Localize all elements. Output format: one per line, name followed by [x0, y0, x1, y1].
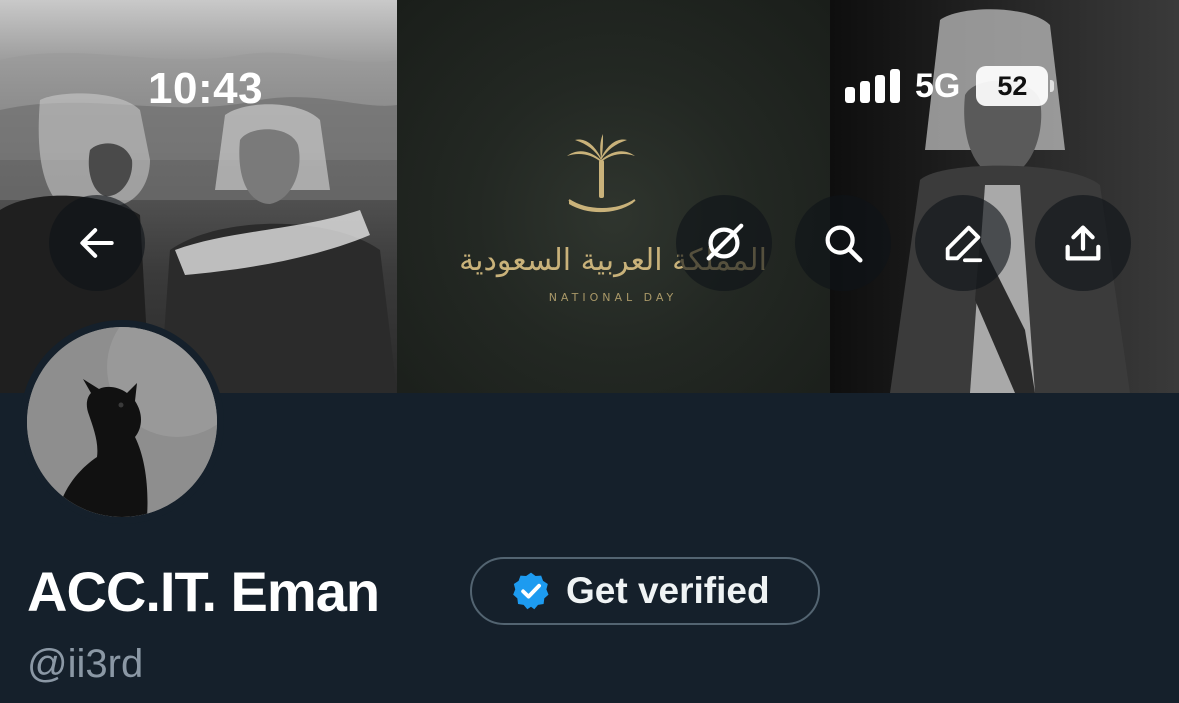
search-icon [825, 225, 863, 263]
verified-badge-icon [513, 572, 549, 610]
status-bar-time: 10:43 [148, 64, 264, 113]
banner-photo-right [830, 0, 1179, 393]
grok-button[interactable] [676, 195, 772, 291]
pencil-icon [945, 225, 983, 263]
banner-subtitle: NATIONAL DAY [549, 291, 678, 304]
avatar-image [27, 327, 217, 517]
battery-icon: 52 [976, 66, 1055, 106]
status-bar-indicators: 5G 52 [845, 66, 1055, 106]
get-verified-button[interactable]: Get verified [470, 557, 820, 625]
grok-icon [706, 223, 744, 261]
back-button[interactable] [49, 195, 145, 291]
profile-avatar[interactable] [20, 320, 224, 524]
arrow-left-icon [80, 228, 114, 258]
cellular-signal-icon [845, 69, 900, 103]
banner-photo-left [0, 0, 397, 393]
get-verified-label: Get verified [566, 570, 770, 611]
profile-banner[interactable]: المملكة العربية السعودية NATIONAL DAY 10… [0, 0, 1179, 393]
network-type-label: 5G [915, 66, 961, 105]
profile-handle: @ii3rd [27, 642, 144, 686]
edit-profile-button[interactable] [915, 195, 1011, 291]
battery-tip [1050, 80, 1055, 92]
profile-display-name: ACC.IT. Eman [27, 560, 380, 623]
battery-level: 52 [997, 70, 1028, 101]
share-button[interactable] [1035, 195, 1131, 291]
search-button[interactable] [795, 195, 891, 291]
banner-national-day-emblem: المملكة العربية السعودية NATIONAL DAY [397, 0, 830, 393]
share-icon [1065, 225, 1101, 261]
